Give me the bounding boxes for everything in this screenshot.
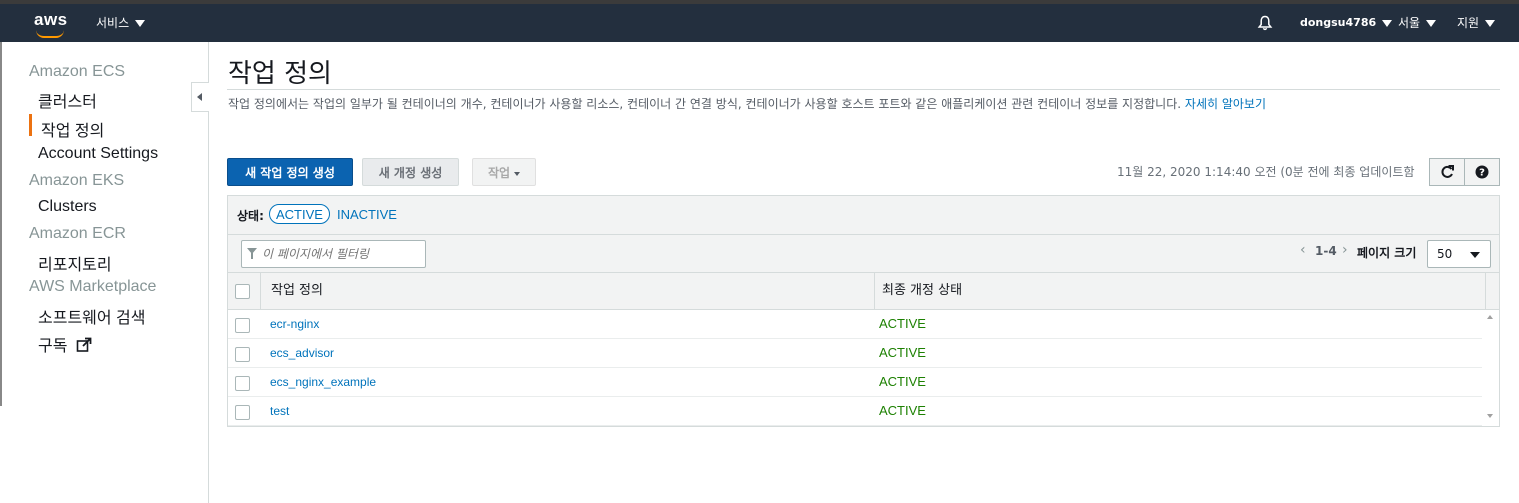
- task-definition-link[interactable]: ecs_advisor: [270, 346, 334, 360]
- chevron-down-icon: [1382, 19, 1393, 27]
- sidebar-collapse-button[interactable]: [191, 82, 209, 112]
- task-definitions-panel: 상태: ACTIVE INACTIVE ‹ 1-4 › 페이지 크기 50 작업…: [227, 195, 1500, 427]
- bell-icon[interactable]: [1257, 15, 1273, 31]
- chevron-down-icon: [1426, 20, 1437, 27]
- status-value: ACTIVE: [879, 316, 926, 331]
- status-label: 상태:: [237, 209, 264, 223]
- chevron-down-icon: [135, 20, 146, 27]
- table-row: ecs_nginx_example ACTIVE: [228, 368, 1482, 397]
- table-row: ecs_advisor ACTIVE: [228, 339, 1482, 368]
- status-value: ACTIVE: [879, 403, 926, 418]
- row-checkbox[interactable]: [235, 318, 250, 333]
- status-value: ACTIVE: [879, 374, 926, 389]
- status-value: ACTIVE: [879, 345, 926, 360]
- sidebar-group-marketplace: AWS Marketplace: [29, 278, 157, 295]
- help-button[interactable]: ?: [1464, 158, 1500, 186]
- sidebar-item-account-settings[interactable]: Account Settings: [38, 145, 158, 163]
- refresh-icon: [1441, 165, 1454, 178]
- scroll-down-icon[interactable]: [1487, 414, 1493, 418]
- help-icon: ?: [1475, 165, 1489, 179]
- services-label: 서비스: [96, 16, 130, 30]
- sidebar-item-discover-software[interactable]: 소프트웨어 검색: [38, 304, 146, 328]
- title-divider: [227, 89, 1500, 90]
- table-header: 작업 정의 최종 개정 상태: [228, 273, 1499, 310]
- column-header-latest-status[interactable]: 최종 개정 상태: [882, 273, 962, 309]
- chevron-down-icon: [1485, 20, 1496, 27]
- task-definition-link[interactable]: test: [270, 404, 289, 418]
- status-filter-bar: 상태: ACTIVE INACTIVE: [228, 196, 1499, 235]
- select-all-checkbox[interactable]: [235, 284, 250, 299]
- sidebar-item-repositories[interactable]: 리포지토리: [38, 251, 112, 275]
- active-indicator: [29, 114, 32, 136]
- services-menu[interactable]: 서비스: [96, 4, 146, 42]
- sidebar-group-ecr: Amazon ECR: [29, 225, 126, 242]
- region-menu[interactable]: 서울: [1398, 4, 1437, 42]
- sidebar-item-eks-clusters[interactable]: Clusters: [38, 198, 97, 216]
- actions-dropdown[interactable]: 작업: [472, 158, 536, 186]
- status-active-filter[interactable]: ACTIVE: [269, 204, 330, 224]
- user-name: dongsu4786: [1300, 16, 1377, 29]
- top-nav-bar: aws 서비스 dongsu4786 서울 지원: [0, 0, 1519, 42]
- svg-text:?: ?: [1479, 168, 1485, 179]
- support-label: 지원: [1457, 16, 1480, 30]
- prev-page-icon[interactable]: ‹: [1300, 242, 1306, 258]
- task-definition-link[interactable]: ecr-nginx: [270, 317, 319, 331]
- table-row: ecr-nginx ACTIVE: [228, 310, 1482, 339]
- next-page-icon[interactable]: ›: [1342, 242, 1348, 258]
- column-header-task-definition[interactable]: 작업 정의: [271, 273, 323, 309]
- sidebar-item-task-definitions[interactable]: 작업 정의: [41, 117, 104, 141]
- page-size-select[interactable]: 50: [1427, 240, 1491, 268]
- page-description: 작업 정의에서는 작업의 일부가 될 컨테이너의 개수, 컨테이너가 사용할 리…: [228, 95, 1266, 112]
- create-revision-button[interactable]: 새 개정 생성: [362, 158, 459, 186]
- region-label: 서울: [1398, 16, 1421, 30]
- filter-bar: ‹ 1-4 › 페이지 크기 50: [228, 235, 1499, 273]
- caret-down-icon: [514, 171, 521, 176]
- create-task-definition-button[interactable]: 새 작업 정의 생성: [227, 158, 353, 186]
- external-link-icon: [76, 337, 92, 352]
- sidebar-group-ecs: Amazon ECS: [29, 63, 126, 80]
- row-checkbox[interactable]: [235, 347, 250, 362]
- row-checkbox[interactable]: [235, 376, 250, 391]
- user-menu[interactable]: dongsu4786: [1300, 4, 1393, 42]
- aws-smile-icon: [36, 30, 64, 38]
- filter-input[interactable]: [241, 240, 426, 268]
- filter-icon: [247, 248, 257, 259]
- learn-more-link[interactable]: 자세히 알아보기: [1185, 97, 1266, 111]
- page-title: 작업 정의: [228, 59, 332, 89]
- status-inactive-filter[interactable]: INACTIVE: [337, 207, 397, 222]
- column-divider: [260, 273, 261, 309]
- refresh-button[interactable]: [1429, 158, 1465, 186]
- sidebar-item-clusters[interactable]: 클러스터: [38, 88, 97, 112]
- last-updated-text: 11월 22, 2020 1:14:40 오전 (0분 전에 최종 업데이트함: [1117, 165, 1415, 179]
- table-row: test ACTIVE: [228, 397, 1482, 426]
- page-size-label: 페이지 크기: [1357, 246, 1417, 260]
- task-definition-link[interactable]: ecs_nginx_example: [270, 375, 376, 389]
- row-checkbox[interactable]: [235, 405, 250, 420]
- column-divider: [1485, 273, 1486, 309]
- subscriptions-label: 구독: [38, 338, 68, 355]
- aws-logo[interactable]: aws: [34, 10, 68, 30]
- sidebar-item-subscriptions[interactable]: 구독: [38, 332, 92, 356]
- window-edge: [0, 42, 2, 406]
- support-menu[interactable]: 지원: [1457, 4, 1496, 42]
- page-range: 1-4: [1315, 244, 1337, 258]
- description-text: 작업 정의에서는 작업의 일부가 될 컨테이너의 개수, 컨테이너가 사용할 리…: [228, 97, 1182, 111]
- column-divider: [874, 273, 875, 309]
- sidebar-group-eks: Amazon EKS: [29, 172, 125, 189]
- actions-label: 작업: [487, 166, 511, 180]
- scroll-up-icon[interactable]: [1487, 315, 1493, 319]
